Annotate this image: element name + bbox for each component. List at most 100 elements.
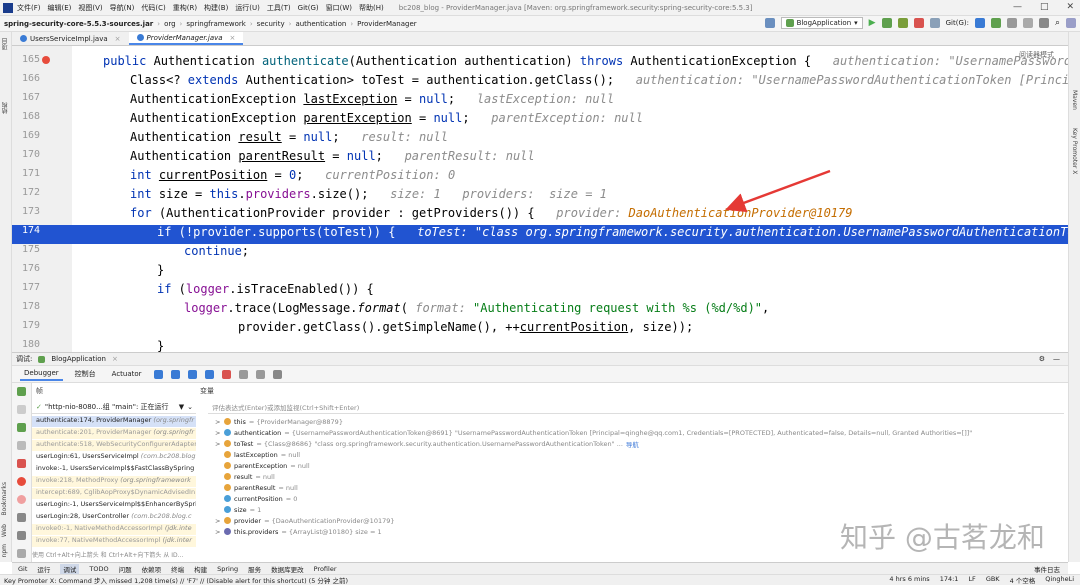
variable-row[interactable]: > authentication = {UsernamePasswordAuthe… (215, 427, 972, 438)
stack-frame[interactable]: invoke:218, MethodProxy (org.springframe… (32, 476, 196, 487)
hammer-icon[interactable] (764, 18, 775, 28)
debug-session-tab[interactable]: BlogApplication (51, 355, 106, 363)
breadcrumb-springframework[interactable]: springframework (186, 20, 246, 28)
close-tab-icon[interactable]: × (230, 34, 236, 42)
expand-icon[interactable]: > (215, 440, 221, 448)
tab-build[interactable]: 构建 (194, 564, 207, 574)
run-to-cursor-icon[interactable] (238, 369, 248, 379)
key-promoter-tool-tab[interactable]: Key Promoter X (1071, 128, 1078, 174)
tab-actuator[interactable]: Actuator (108, 368, 146, 380)
menu-file[interactable]: 文件(F) (17, 3, 41, 13)
tab-dependencies[interactable]: 依赖项 (142, 564, 162, 574)
event-log-tab[interactable]: 事件日志 (1034, 564, 1060, 574)
coverage-icon[interactable] (897, 18, 908, 28)
force-step-into-icon[interactable] (187, 369, 197, 379)
line-separator[interactable]: LF (968, 575, 975, 585)
menu-help[interactable]: 帮助(H) (359, 3, 384, 13)
pause-icon[interactable] (17, 441, 26, 450)
breadcrumb-org[interactable]: org (164, 20, 175, 28)
git-commit-icon[interactable] (990, 18, 1001, 28)
breadcrumb-security[interactable]: security (257, 20, 285, 28)
settings-icon[interactable] (17, 531, 26, 540)
menu-git[interactable]: Git(G) (298, 4, 319, 12)
evaluate-expression-input[interactable]: 评估表达式(Enter)或添加监视(Ctrl+Shift+Enter) (208, 402, 1064, 414)
stack-frame[interactable]: authenticate:201, ProviderManager (org.s… (32, 428, 196, 439)
close-icon[interactable]: × (112, 355, 118, 363)
menu-view[interactable]: 视图(V) (78, 3, 102, 13)
close-icon[interactable]: ✕ (1066, 2, 1074, 12)
breadcrumb-provider-manager[interactable]: ProviderManager (357, 20, 417, 28)
variable-row[interactable]: > this = {ProviderManager@8879} (215, 416, 343, 427)
tab-services[interactable]: 服务 (248, 564, 261, 574)
step-into-icon[interactable] (170, 369, 180, 379)
stop-icon[interactable] (913, 18, 924, 28)
filter-icon[interactable]: ▼ (179, 403, 184, 411)
menu-build[interactable]: 构建(B) (204, 3, 228, 13)
expand-icon[interactable]: > (215, 528, 221, 536)
git-user[interactable]: QingheLi (1045, 575, 1074, 585)
menu-navigate[interactable]: 导航(N) (110, 3, 135, 13)
tab-run[interactable]: 运行 (37, 564, 50, 574)
pin-icon[interactable] (17, 549, 26, 558)
stack-frame[interactable]: userLogin:28, UserController (com.bc208.… (32, 512, 196, 523)
view-breakpoints-icon[interactable] (17, 477, 26, 486)
maven-tool-tab[interactable]: Maven (1071, 90, 1078, 110)
minimize-icon[interactable]: — (1053, 355, 1060, 363)
tab-database-changes[interactable]: 数据库更改 (271, 564, 304, 574)
camera-icon[interactable] (17, 513, 26, 522)
search-icon[interactable]: ⌕ (1055, 18, 1060, 28)
rerun-icon[interactable] (17, 387, 26, 396)
menu-edit[interactable]: 编辑(E) (48, 3, 72, 13)
step-out-icon[interactable] (204, 369, 214, 379)
variable-row[interactable]: > provider = {DaoAuthenticationProvider@1… (215, 515, 395, 526)
variable-row[interactable]: parentException = null (215, 460, 310, 471)
code-editor[interactable]: 阅读器模式 165 public Authentication authenti… (12, 46, 1068, 352)
menu-window[interactable]: 窗口(W) (326, 3, 352, 13)
layout-icon[interactable] (272, 369, 282, 379)
caret-position[interactable]: 174:1 (940, 575, 959, 585)
step-over-icon[interactable] (153, 369, 163, 379)
stack-frame[interactable]: authenticate:174, ProviderManager (org.s… (32, 416, 196, 427)
stack-frame[interactable]: intercept:689, CglibAopProxy$DynamicAdvi… (32, 488, 196, 499)
maximize-icon[interactable]: □ (1040, 2, 1049, 12)
chevron-down-icon[interactable]: ⌄ (187, 403, 193, 411)
evaluate-icon[interactable] (255, 369, 265, 379)
bookmarks-tool-tab[interactable]: Bookmarks (1, 482, 8, 516)
file-encoding[interactable]: GBK (986, 575, 1000, 585)
breadcrumb-authentication[interactable]: authentication (295, 20, 346, 28)
run-icon[interactable]: ▶ (869, 18, 876, 28)
tab-provider-manager[interactable]: ProviderManager.java × (128, 32, 244, 45)
tab-git[interactable]: Git (18, 565, 27, 573)
variable-row[interactable]: > this.providers = {ArrayList@10180} size… (215, 526, 382, 537)
structure-icon[interactable] (929, 18, 940, 28)
mute-breakpoints-icon[interactable] (17, 495, 26, 504)
variable-row[interactable]: currentPosition = 0 (215, 493, 297, 504)
gear-icon[interactable]: ⚙ (1039, 355, 1045, 363)
tab-users-service-impl[interactable]: UsersServiceImpl.java × (12, 32, 129, 45)
modify-config-icon[interactable] (17, 405, 26, 414)
menu-tools[interactable]: 工具(T) (267, 3, 291, 13)
history-icon[interactable] (1006, 18, 1017, 28)
stack-frame[interactable]: invoke:-1, UsersServiceImpl$$FastClassBy… (32, 464, 196, 475)
variable-row[interactable]: lastException = null (215, 449, 300, 460)
undo-icon[interactable] (1022, 18, 1033, 28)
variable-row[interactable]: parentResult = null (215, 482, 298, 493)
menu-run[interactable]: 运行(U) (235, 3, 260, 13)
expand-icon[interactable]: > (215, 418, 221, 426)
run-config-select[interactable]: BlogApplication ▾ (780, 17, 863, 29)
stack-frame[interactable]: invoke0:-1, NativeMethodAccessorImpl (jd… (32, 524, 196, 535)
stack-frame[interactable]: userLogin:61, UsersServiceImpl (com.bc20… (32, 452, 196, 463)
variable-row[interactable]: > toTest = {Class@8686} "class org.spring… (215, 438, 639, 449)
thread-selector[interactable]: ✓ "http-nio-8080...组 "main": 正在运行 ▼ ⌄ (32, 400, 196, 414)
git-update-icon[interactable] (974, 18, 985, 28)
menu-refactor[interactable]: 重构(R) (173, 3, 197, 13)
status-message[interactable]: Key Promoter X: Command 步入 missed 1,208 … (4, 575, 348, 585)
breadcrumb-jar[interactable]: spring-security-core-5.5.3-sources.jar (4, 20, 153, 28)
stop-icon[interactable] (17, 459, 26, 468)
variable-row[interactable]: result = null (215, 471, 275, 482)
tab-spring[interactable]: Spring (217, 565, 238, 573)
tab-problems[interactable]: 问题 (119, 564, 132, 574)
drop-frame-icon[interactable] (221, 369, 231, 379)
stack-frame[interactable]: invoke:77, NativeMethodAccessorImpl (jdk… (32, 536, 196, 547)
avatar-icon[interactable] (1038, 18, 1049, 28)
